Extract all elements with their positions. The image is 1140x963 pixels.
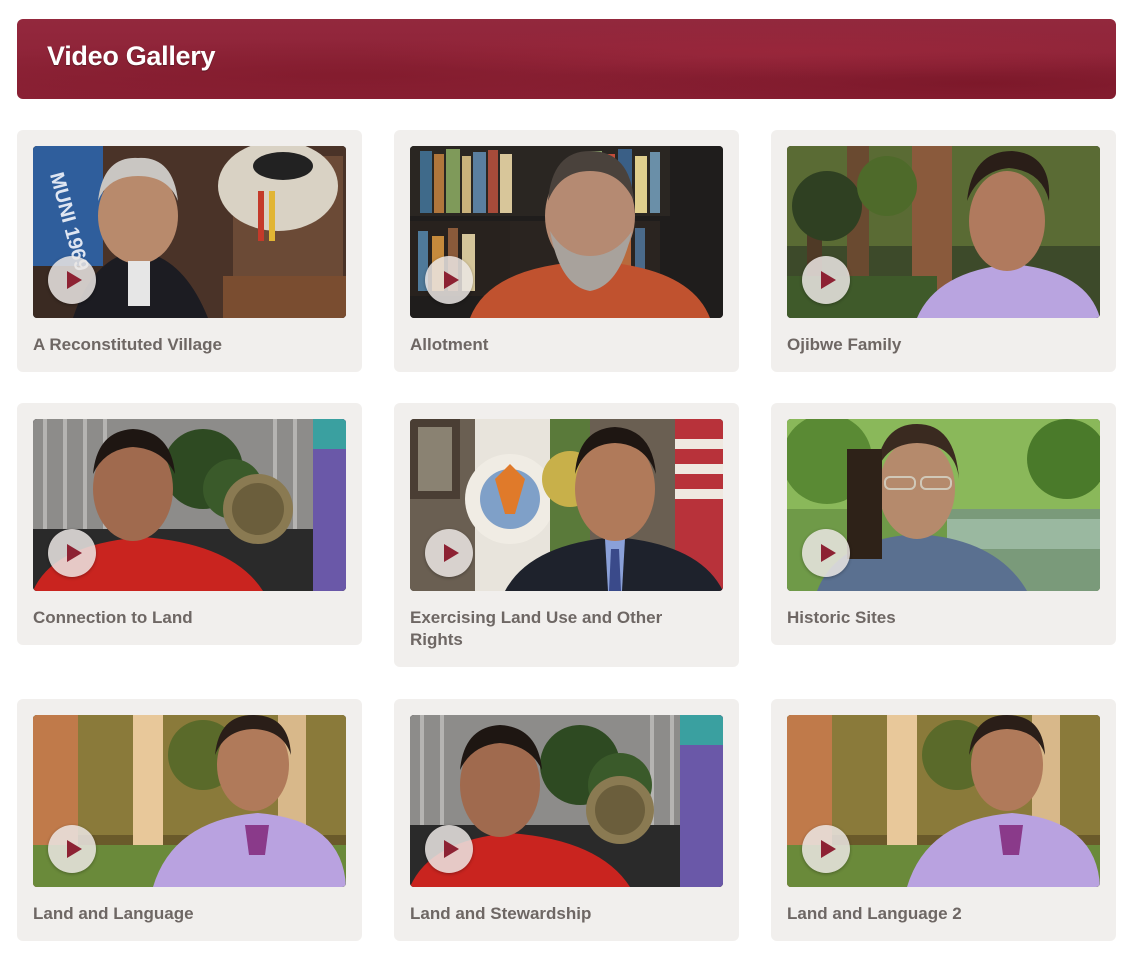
play-icon bbox=[444, 271, 459, 289]
play-button[interactable] bbox=[802, 256, 850, 304]
video-title[interactable]: Land and Language bbox=[33, 903, 338, 925]
play-icon bbox=[67, 544, 82, 562]
video-title[interactable]: Land and Language 2 bbox=[787, 903, 1092, 925]
video-thumbnail[interactable] bbox=[410, 419, 723, 591]
video-card-a-reconstituted-village[interactable]: MUNI 1969 A Reconstituted Village bbox=[17, 130, 362, 372]
video-card-allotment[interactable]: Allotment bbox=[394, 130, 739, 372]
video-card-exercising-land-use[interactable]: Exercising Land Use and Other Rights bbox=[394, 403, 739, 667]
video-title[interactable]: Ojibwe Family bbox=[787, 334, 1092, 356]
video-title[interactable]: Connection to Land bbox=[33, 607, 338, 629]
video-thumbnail[interactable]: MUNI 1969 bbox=[33, 146, 346, 318]
video-card-land-and-stewardship[interactable]: Land and Stewardship bbox=[394, 699, 739, 941]
video-thumbnail[interactable] bbox=[787, 419, 1100, 591]
play-button[interactable] bbox=[425, 256, 473, 304]
video-card-land-and-language-2[interactable]: Land and Language 2 bbox=[771, 699, 1116, 941]
play-icon bbox=[821, 271, 836, 289]
play-icon bbox=[444, 544, 459, 562]
video-thumbnail[interactable] bbox=[787, 715, 1100, 887]
video-title[interactable]: Exercising Land Use and Other Rights bbox=[410, 607, 715, 651]
play-button[interactable] bbox=[48, 256, 96, 304]
video-gallery-page: Video Gallery MUNI 1969 A Reconstituted … bbox=[0, 0, 1140, 963]
play-icon bbox=[67, 840, 82, 858]
video-thumbnail[interactable] bbox=[33, 419, 346, 591]
video-title[interactable]: A Reconstituted Village bbox=[33, 334, 338, 356]
video-title[interactable]: Allotment bbox=[410, 334, 715, 356]
play-button[interactable] bbox=[48, 825, 96, 873]
play-button[interactable] bbox=[425, 529, 473, 577]
play-icon bbox=[67, 271, 82, 289]
video-thumbnail[interactable] bbox=[410, 715, 723, 887]
play-icon bbox=[821, 544, 836, 562]
gallery-header: Video Gallery bbox=[17, 19, 1116, 99]
video-card-connection-to-land[interactable]: Connection to Land bbox=[17, 403, 362, 645]
play-button[interactable] bbox=[802, 529, 850, 577]
play-button[interactable] bbox=[425, 825, 473, 873]
video-title[interactable]: Historic Sites bbox=[787, 607, 1092, 629]
video-card-historic-sites[interactable]: Historic Sites bbox=[771, 403, 1116, 645]
video-title[interactable]: Land and Stewardship bbox=[410, 903, 715, 925]
play-button[interactable] bbox=[48, 529, 96, 577]
play-icon bbox=[444, 840, 459, 858]
video-thumbnail[interactable] bbox=[410, 146, 723, 318]
play-icon bbox=[821, 840, 836, 858]
video-thumbnail[interactable] bbox=[33, 715, 346, 887]
page-title: Video Gallery bbox=[47, 41, 216, 71]
video-card-land-and-language[interactable]: Land and Language bbox=[17, 699, 362, 941]
video-thumbnail[interactable] bbox=[787, 146, 1100, 318]
play-button[interactable] bbox=[802, 825, 850, 873]
video-card-ojibwe-family[interactable]: Ojibwe Family bbox=[771, 130, 1116, 372]
